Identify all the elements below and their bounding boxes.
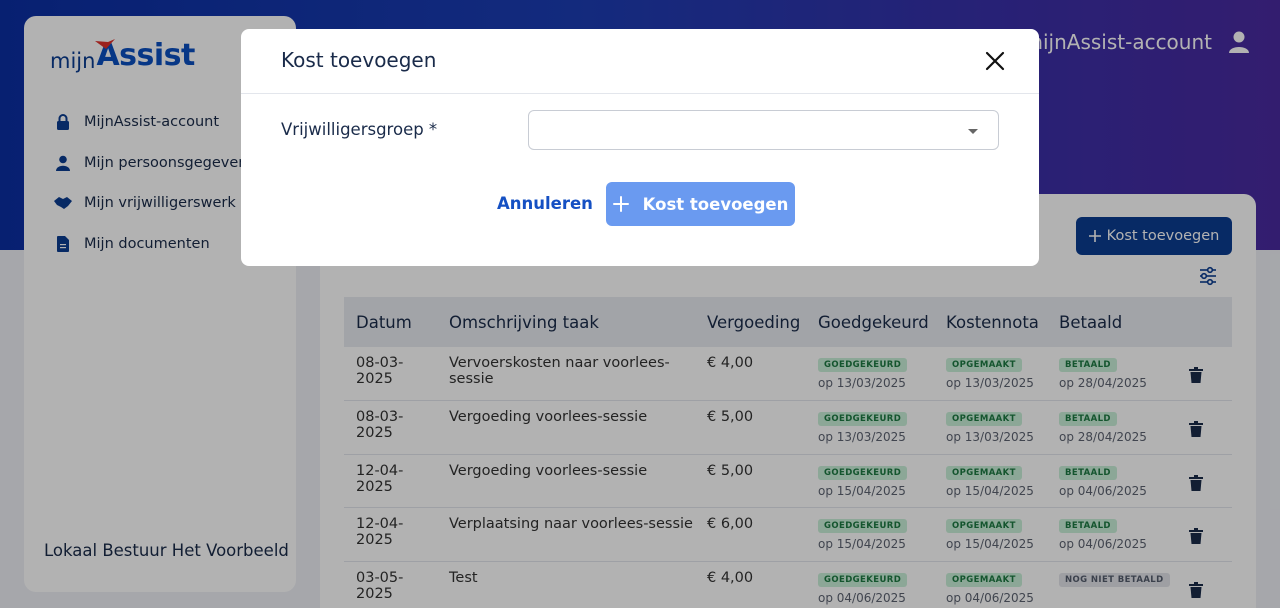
- cancel-button[interactable]: Annuleren: [497, 194, 593, 213]
- caret-down-icon: [968, 129, 978, 134]
- volunteer-group-select[interactable]: [528, 110, 999, 150]
- submit-add-cost-button[interactable]: Kost toevoegen: [606, 182, 795, 226]
- volunteer-group-label: Vrijwilligersgroep *: [281, 120, 438, 139]
- plus-icon: [612, 196, 629, 212]
- modal-title: Kost toevoegen: [281, 48, 437, 72]
- submit-button-label: Kost toevoegen: [642, 194, 789, 214]
- close-icon[interactable]: [985, 51, 1005, 71]
- modal-divider: [241, 93, 1039, 94]
- add-cost-modal: Kost toevoegen Vrijwilligersgroep * Annu…: [241, 29, 1039, 266]
